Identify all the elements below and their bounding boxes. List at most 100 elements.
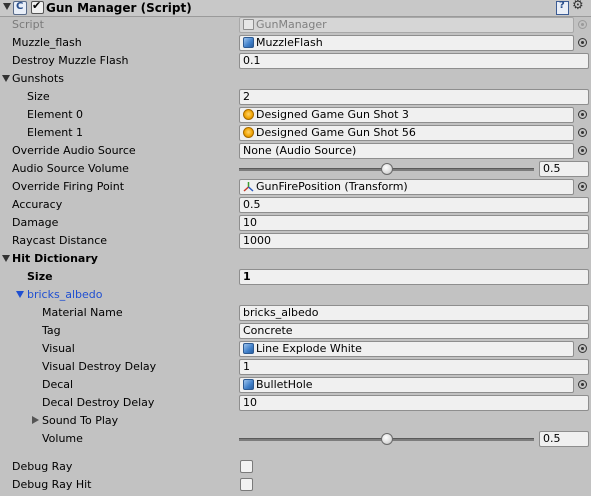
sound-to-play-row[interactable]: Sound To Play (0, 412, 591, 430)
script-icon (13, 1, 27, 15)
accuracy-row: Accuracy 0.5 (0, 196, 591, 214)
visual-field[interactable]: Line Explode White (239, 341, 574, 357)
script-field: GunManager (239, 17, 574, 33)
gunshots-size-row: Size 2 (0, 88, 591, 106)
cube-icon (243, 343, 254, 354)
debug-ray-hit-row: Debug Ray Hit (0, 476, 591, 494)
object-picker-icon[interactable] (578, 110, 587, 119)
material-name-input[interactable]: bricks_albedo (239, 305, 589, 321)
tag-input[interactable]: Concrete (239, 323, 589, 339)
muzzle-flash-field[interactable]: MuzzleFlash (239, 35, 574, 51)
gunshots-element-0-label: Element 0 (27, 108, 84, 121)
raycast-distance-input[interactable]: 1000 (239, 233, 589, 249)
hit-dictionary-size-input[interactable]: 1 (239, 269, 589, 285)
visual-row: Visual Line Explode White (0, 340, 591, 358)
triangle-down-icon[interactable] (3, 3, 11, 10)
gunshots-element-0-value: Designed Game Gun Shot 3 (256, 108, 409, 121)
destroy-muzzle-flash-input[interactable]: 0.1 (239, 53, 589, 69)
audio-source-volume-label: Audio Source Volume (12, 162, 129, 175)
hit-entry-label: bricks_albedo (27, 288, 103, 301)
audio-clip-icon (243, 127, 254, 138)
debug-ray-label: Debug Ray (12, 460, 73, 473)
override-audio-source-label: Override Audio Source (12, 144, 136, 157)
visual-destroy-delay-row: Visual Destroy Delay 1 (0, 358, 591, 376)
damage-row: Damage 10 (0, 214, 591, 232)
muzzle-flash-value: MuzzleFlash (256, 36, 323, 49)
volume-input[interactable]: 0.5 (539, 431, 589, 447)
audio-source-volume-input[interactable]: 0.5 (539, 161, 589, 177)
debug-ray-hit-label: Debug Ray Hit (12, 478, 92, 491)
gunshots-size-input[interactable]: 2 (239, 89, 589, 105)
decal-row: Decal BulletHole (0, 376, 591, 394)
override-audio-source-row: Override Audio Source None (Audio Source… (0, 142, 591, 160)
gunshots-element-1-row: Element 1 Designed Game Gun Shot 56 (0, 124, 591, 142)
object-picker-icon[interactable] (578, 146, 587, 155)
object-picker-icon[interactable] (578, 182, 587, 191)
decal-destroy-delay-row: Decal Destroy Delay 10 (0, 394, 591, 412)
object-picker-icon[interactable] (578, 38, 587, 47)
visual-label: Visual (42, 342, 75, 355)
visual-destroy-delay-label: Visual Destroy Delay (42, 360, 157, 373)
triangle-down-icon[interactable] (2, 75, 10, 82)
object-picker-icon[interactable] (578, 128, 587, 137)
hit-dictionary-size-row: Size 1 (0, 268, 591, 286)
audio-clip-icon (243, 109, 254, 120)
material-name-row: Material Name bricks_albedo (0, 304, 591, 322)
accuracy-input[interactable]: 0.5 (239, 197, 589, 213)
triangle-down-icon[interactable] (16, 291, 24, 298)
gunshots-size-label: Size (27, 90, 50, 103)
triangle-right-icon[interactable] (32, 416, 39, 424)
gunshots-element-1-field[interactable]: Designed Game Gun Shot 56 (239, 125, 574, 141)
book-help-icon[interactable] (556, 0, 569, 15)
object-picker-icon[interactable] (578, 380, 587, 389)
gunshots-label: Gunshots (12, 72, 64, 85)
volume-label: Volume (42, 432, 83, 445)
triangle-down-icon[interactable] (2, 255, 10, 262)
cube-icon (243, 379, 254, 390)
raycast-distance-row: Raycast Distance 1000 (0, 232, 591, 250)
override-firing-point-row: Override Firing Point GunFirePosition (T… (0, 178, 591, 196)
override-audio-source-field[interactable]: None (Audio Source) (239, 143, 574, 159)
object-picker-icon (578, 20, 587, 29)
object-picker-icon[interactable] (578, 344, 587, 353)
gear-icon[interactable]: ⚙ (572, 0, 584, 13)
debug-ray-row: Debug Ray (0, 458, 591, 476)
enable-checkbox[interactable] (31, 0, 44, 14)
damage-label: Damage (12, 216, 59, 229)
component-header: Gun Manager (Script) ⚙ (0, 0, 591, 17)
debug-ray-hit-checkbox[interactable] (240, 478, 253, 491)
muzzle-flash-label: Muzzle_flash (12, 36, 82, 49)
script-value: GunManager (256, 18, 327, 31)
damage-input[interactable]: 10 (239, 215, 589, 231)
destroy-muzzle-flash-row: Destroy Muzzle Flash 0.1 (0, 52, 591, 70)
component-title: Gun Manager (Script) (46, 1, 192, 15)
script-file-icon (243, 19, 254, 30)
gunshots-element-0-field[interactable]: Designed Game Gun Shot 3 (239, 107, 574, 123)
gunshots-element-1-label: Element 1 (27, 126, 84, 139)
visual-destroy-delay-input[interactable]: 1 (239, 359, 589, 375)
hit-entry-row[interactable]: bricks_albedo (0, 286, 591, 304)
script-row: Script GunManager (0, 16, 591, 34)
accuracy-label: Accuracy (12, 198, 63, 211)
override-firing-point-label: Override Firing Point (12, 180, 125, 193)
material-name-label: Material Name (42, 306, 123, 319)
hit-dictionary-row[interactable]: Hit Dictionary (0, 250, 591, 268)
decal-field[interactable]: BulletHole (239, 377, 574, 393)
decal-destroy-delay-label: Decal Destroy Delay (42, 396, 155, 409)
audio-source-volume-row: Audio Source Volume 0.5 (0, 160, 591, 178)
debug-ray-checkbox[interactable] (240, 460, 253, 473)
override-firing-point-value: GunFirePosition (Transform) (256, 180, 408, 193)
override-firing-point-field[interactable]: GunFirePosition (Transform) (239, 179, 574, 195)
decal-destroy-delay-input[interactable]: 10 (239, 395, 589, 411)
hit-dictionary-label: Hit Dictionary (12, 252, 98, 265)
gunshots-element-1-value: Designed Game Gun Shot 56 (256, 126, 416, 139)
audio-source-volume-slider-handle[interactable] (380, 163, 393, 175)
volume-slider-handle[interactable] (380, 433, 393, 445)
hit-dictionary-size-label: Size (27, 270, 53, 283)
decal-label: Decal (42, 378, 74, 391)
muzzle-flash-row: Muzzle_flash MuzzleFlash (0, 34, 591, 52)
volume-row: Volume 0.5 (0, 430, 591, 448)
sound-to-play-label: Sound To Play (42, 414, 119, 427)
visual-value: Line Explode White (256, 342, 362, 355)
gunshots-row[interactable]: Gunshots (0, 70, 591, 88)
